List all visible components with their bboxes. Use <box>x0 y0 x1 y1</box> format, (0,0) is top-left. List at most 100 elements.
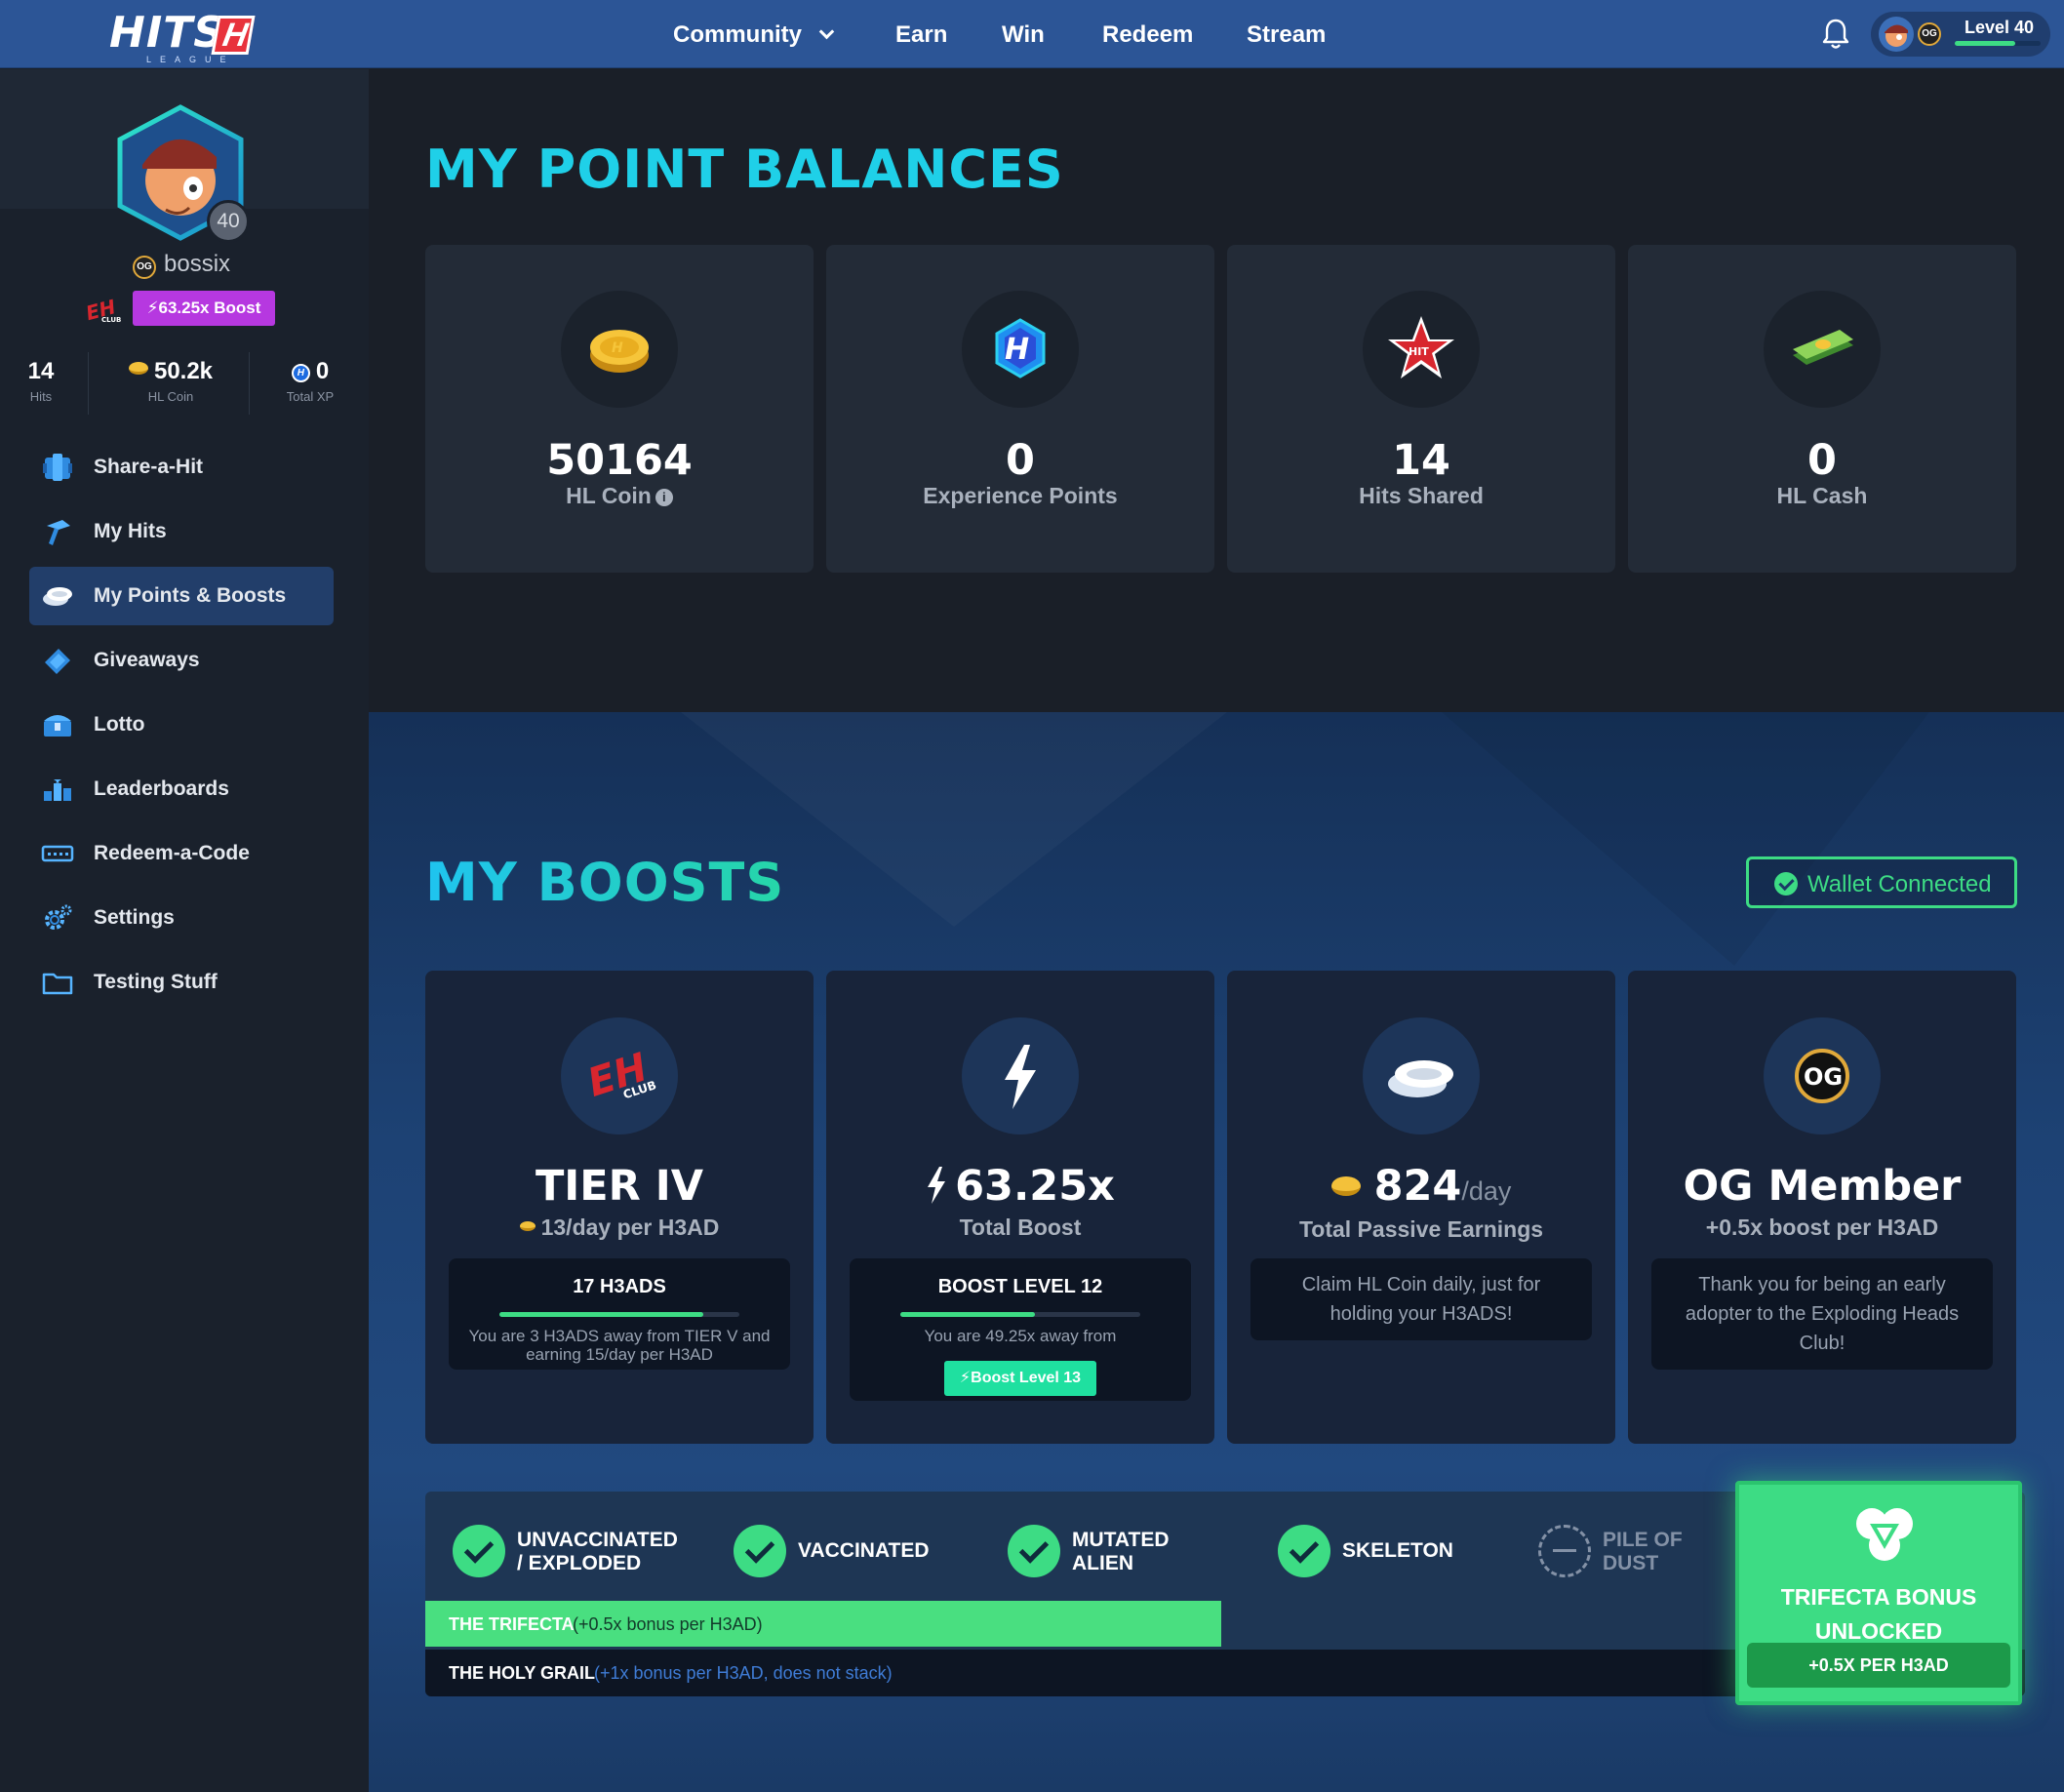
share-hit-icon <box>43 454 72 481</box>
panel-title: BOOST LEVEL 12 <box>937 1276 1103 1297</box>
balance-card-hl-coin: H 50164 HL Coin i <box>425 245 814 573</box>
sidebar-item-leaderboards[interactable]: Leaderboards <box>29 760 334 818</box>
username: OG bossix <box>133 251 230 279</box>
leaderboard-icon <box>44 776 71 801</box>
holy-grail-row-name: THE HOLY GRAIL <box>449 1663 596 1683</box>
icon-circle: HIT <box>1363 291 1480 408</box>
boost-card-panel: Thank you for being an early adopter to … <box>1651 1258 1993 1370</box>
svg-text:H: H <box>1005 333 1029 367</box>
panel-text: Claim HL Coin daily, just for holding yo… <box>1301 1274 1541 1325</box>
icon-circle <box>1764 291 1881 408</box>
sidebar-item-my-hits[interactable]: My Hits <box>29 502 334 561</box>
coin-icon <box>1330 1176 1361 1196</box>
boost-level-button[interactable]: ⚡Boost Level 13 <box>944 1361 1096 1396</box>
icon-circle: H <box>561 291 678 408</box>
svg-text:OG: OG <box>1804 1063 1843 1091</box>
og-badge-icon: OG <box>1795 1049 1849 1103</box>
page-title: MY POINT BALANCES <box>425 139 1064 200</box>
balance-value: 0 <box>1006 436 1035 485</box>
balance-value: 14 <box>1392 436 1450 485</box>
stat-hits: 14 Hits <box>21 358 60 404</box>
logo-subtitle: LEAGUE <box>146 55 235 64</box>
sidebar-item-label: Redeem-a-Code <box>94 842 250 864</box>
balance-label-row: HL Coin i <box>425 483 814 509</box>
balance-value: 0 <box>1807 436 1837 485</box>
nav-redeem[interactable]: Redeem <box>1102 21 1193 49</box>
sidebar-item-settings[interactable]: Settings <box>29 889 334 947</box>
stat-hl-coin-value: 50.2k <box>153 358 214 384</box>
nav-stream[interactable]: Stream <box>1247 21 1326 49</box>
sidebar-item-my-points-boosts[interactable]: My Points & Boosts <box>29 567 334 625</box>
folder-icon <box>42 973 73 995</box>
user-menu[interactable]: OG Level 40 <box>1871 12 2050 57</box>
trifecta-bonus-badge: TRIFECTA BONUS UNLOCKED +0.5X PER H3AD <box>1735 1481 2022 1705</box>
level-progress-bar <box>1955 41 2041 46</box>
holy-grail-row-desc: (+1x bonus per H3AD, does not stack) <box>594 1663 893 1683</box>
boost-card-subtitle: +0.5x boost per H3AD <box>1705 1215 1939 1240</box>
sidebar-item-lotto[interactable]: Lotto <box>29 696 334 754</box>
sidebar-item-redeem-a-code[interactable]: Redeem-a-Code <box>29 824 334 883</box>
boost-card-panel: 17 H3ADS You are 3 H3ADS away from TIER … <box>449 1258 790 1370</box>
icon-circle: H <box>962 291 1079 408</box>
boost-tag[interactable]: ⚡63.25x Boost <box>133 291 275 326</box>
boost-card-subtitle: Total Boost <box>959 1215 1082 1240</box>
sidebar: 40 OG bossix EH CLUB ⚡63.25x Boost 14 Hit… <box>0 69 369 1792</box>
boost-card-subtitle-text: 13/day per H3AD <box>540 1215 720 1240</box>
eh-club-icon: EH CLUB <box>84 295 121 324</box>
hl-coin-icon: H <box>590 330 649 373</box>
sidebar-item-giveaways[interactable]: Giveaways <box>29 631 334 690</box>
nav-win[interactable]: Win <box>1002 21 1045 49</box>
hits-league-logo[interactable]: HITS H LEAGUE <box>109 6 256 64</box>
trifecta-icon <box>1856 1508 1913 1561</box>
chevron-down-icon <box>818 23 835 40</box>
balance-value: 50164 <box>546 436 693 485</box>
top-navbar: HITS H LEAGUE Community Earn Win Redeem … <box>0 0 2064 68</box>
svg-text:H: H <box>612 340 623 356</box>
svg-text:EH: EH <box>582 1045 653 1106</box>
balance-card-hl-cash: 0 HL Cash <box>1628 245 2016 573</box>
coin-icon <box>128 362 148 375</box>
bell-icon[interactable] <box>1820 18 1851 51</box>
sidebar-item-testing-stuff[interactable]: Testing Stuff <box>29 953 334 1012</box>
my-hits-icon <box>47 520 70 545</box>
boost-level-button-label: Boost Level 13 <box>971 1370 1082 1386</box>
trifecta-item-label: PILE OF DUST <box>1603 1529 1683 1574</box>
stat-hl-coin-label: HL Coin <box>147 389 194 404</box>
boost-card-total-boost: 63.25x Total Boost BOOST LEVEL 12 You ar… <box>826 971 1214 1444</box>
coins-icon <box>1388 1060 1453 1097</box>
nav-earn[interactable]: Earn <box>895 21 947 49</box>
svg-text:CLUB: CLUB <box>101 316 121 324</box>
lightning-icon <box>928 1167 946 1204</box>
progress-bar <box>499 1312 739 1317</box>
svg-text:HIT: HIT <box>1409 345 1429 358</box>
stat-total-xp: H0 Total XP <box>281 358 339 404</box>
sidebar-item-label: Lotto <box>94 713 145 736</box>
sidebar-item-label: Giveaways <box>94 649 200 671</box>
stat-divider <box>249 352 250 415</box>
trifecta-item-label: SKELETON <box>1342 1539 1453 1562</box>
boost-card-subtitle: Total Passive Earnings <box>1298 1216 1544 1242</box>
icon-circle: EH CLUB <box>561 1017 678 1135</box>
trifecta-bonus-pill: +0.5X PER H3AD <box>1747 1643 2010 1688</box>
nav-community[interactable]: Community <box>673 21 835 49</box>
per-day-suffix: /day <box>1461 1176 1512 1206</box>
boost-card-tier: EH CLUB TIER IV 13/day per H3AD 17 H3ADS… <box>425 971 814 1444</box>
wallet-connected-button[interactable]: Wallet Connected <box>1746 856 2017 908</box>
logo-box: H <box>211 16 256 55</box>
check-circle-icon <box>453 1525 505 1577</box>
info-icon[interactable]: i <box>655 489 673 506</box>
nav-community-label: Community <box>673 21 802 48</box>
lightning-icon <box>1005 1045 1036 1109</box>
panel-title: 17 H3ADS <box>573 1276 666 1297</box>
sidebar-item-share-a-hit[interactable]: Share-a-Hit <box>29 438 334 497</box>
xp-icon: H <box>291 364 310 382</box>
og-badge: OG <box>1918 22 1941 46</box>
coin-icon <box>519 1221 536 1231</box>
stat-hl-coin: 50.2k HL Coin <box>115 358 226 404</box>
logo-wordmark: HITS <box>109 8 225 58</box>
trifecta-item-label: VACCINATED <box>798 1539 930 1562</box>
balance-label: Experience Points <box>923 483 1118 508</box>
boost-card-title: 824/day <box>1227 1162 1615 1211</box>
boost-tag-label: 63.25x Boost <box>158 299 261 317</box>
trifecta-row: THE TRIFECTA (+0.5x bonus per H3AD) <box>425 1601 1221 1647</box>
